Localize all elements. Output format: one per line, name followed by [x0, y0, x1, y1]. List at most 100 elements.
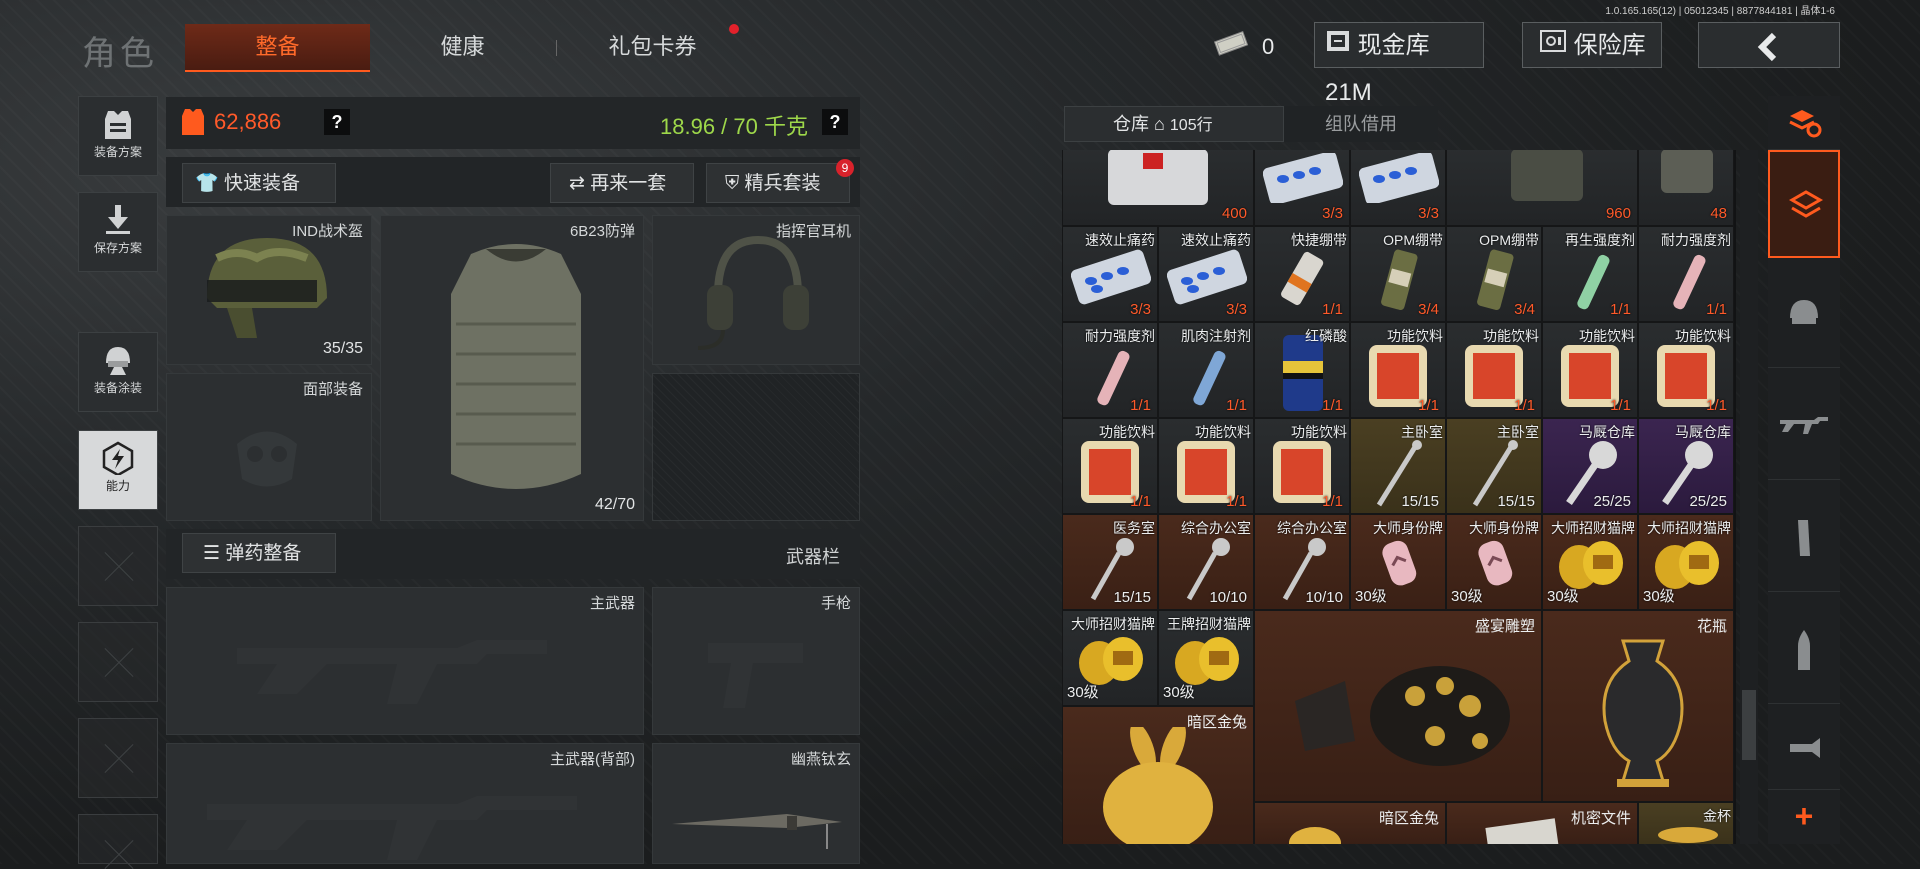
elite-set-button[interactable]: ⛨ 精兵套装: [706, 163, 850, 203]
ammo-equip-button[interactable]: ☰ 弹药整备: [182, 533, 336, 573]
primary-weapon-slot[interactable]: 主武器: [166, 587, 644, 735]
stack-sort-icon: [1789, 110, 1822, 138]
warehouse-item-large[interactable]: 暗区金兔: [1254, 802, 1446, 844]
warehouse-item[interactable]: 3/3: [1254, 150, 1350, 226]
item-count: 15/15: [1401, 493, 1439, 510]
warehouse-item[interactable]: 王牌招财猫牌 30级: [1158, 610, 1254, 706]
warehouse-scrollbar[interactable]: [1740, 150, 1758, 844]
item-count: 1/1: [1226, 493, 1247, 510]
warehouse-item[interactable]: 功能饮料 1/1: [1638, 322, 1734, 418]
category-ammo[interactable]: [1768, 592, 1840, 704]
category-helmet[interactable]: [1768, 258, 1840, 368]
again-button[interactable]: ⇄ 再来一套: [550, 163, 694, 203]
warehouse-item[interactable]: 大师招财猫牌 30级: [1542, 514, 1638, 610]
ability-button[interactable]: 能力: [78, 430, 158, 510]
save-plan-label: 保存方案: [93, 241, 142, 255]
warehouse-item[interactable]: OPM绷带 3/4: [1350, 226, 1446, 322]
category-attachment[interactable]: [1768, 704, 1840, 790]
warehouse-item[interactable]: 马厩仓库 25/25: [1638, 418, 1734, 514]
warehouse-item[interactable]: 马厩仓库 25/25: [1542, 418, 1638, 514]
back-arrow-icon: [1754, 32, 1784, 61]
scrollbar-thumb[interactable]: [1742, 690, 1756, 760]
face-gear-name: 面部装备: [302, 381, 363, 398]
warehouse-grid: 400 3/3 3/3 960 48 速效止痛药 3/3 速效止痛药 3/3 快…: [1062, 150, 1736, 844]
quick-equip-button[interactable]: 👕 快速装备: [182, 163, 336, 203]
warehouse-item[interactable]: 大师招财猫牌 30级: [1062, 610, 1158, 706]
category-magazine[interactable]: [1768, 480, 1840, 592]
tab-gift-cards[interactable]: 礼包卡券: [570, 24, 735, 70]
cash-count: 0: [1262, 34, 1275, 59]
tab-equip[interactable]: 整备: [185, 24, 370, 72]
warehouse-item[interactable]: 功能饮料 1/1: [1542, 322, 1638, 418]
face-gear-slot[interactable]: 面部装备: [166, 373, 372, 521]
warehouse-rows: 105行: [1169, 117, 1213, 134]
warehouse-item[interactable]: OPM绷带 3/4: [1446, 226, 1542, 322]
cash-vault-button[interactable]: 现金库 21M: [1314, 22, 1484, 106]
warehouse-item-large[interactable]: 暗区金兔: [1062, 706, 1254, 844]
item-count: 3/4: [1418, 301, 1439, 318]
tab-health[interactable]: 健康: [385, 24, 540, 70]
warehouse-item[interactable]: 再生强度剂 1/1: [1542, 226, 1638, 322]
warehouse-item[interactable]: 48: [1638, 150, 1734, 226]
warehouse-item[interactable]: 综合办公室 10/10: [1254, 514, 1350, 610]
warehouse-item[interactable]: 400: [1062, 150, 1254, 226]
sight-icon: [1790, 738, 1820, 758]
category-add[interactable]: +: [1768, 790, 1840, 844]
warehouse-item-large[interactable]: 盛宴雕塑: [1254, 610, 1542, 802]
armor-slot[interactable]: 6B23防弹 42/70: [380, 215, 644, 521]
loadout-plan-label: 装备方案: [93, 145, 142, 159]
warehouse-item[interactable]: 医务室 15/15: [1062, 514, 1158, 610]
warehouse-item[interactable]: 功能饮料 1/1: [1350, 322, 1446, 418]
item-label: 大师招财猫牌: [1551, 520, 1635, 536]
warehouse-item[interactable]: 960: [1446, 150, 1638, 226]
warehouse-item[interactable]: 功能饮料 1/1: [1062, 418, 1158, 514]
safe-button[interactable]: 保险库: [1522, 22, 1662, 68]
warehouse-item-large[interactable]: 机密文件: [1446, 802, 1638, 844]
warehouse-item[interactable]: 速效止痛药 3/3: [1158, 226, 1254, 322]
helmet-slot[interactable]: IND战术盔 35/35: [166, 215, 372, 365]
save-plan-button[interactable]: 保存方案: [78, 192, 158, 272]
warehouse-item[interactable]: 速效止痛药 3/3: [1062, 226, 1158, 322]
injector-green-image: [1577, 254, 1610, 310]
category-sidebar: +: [1768, 96, 1840, 844]
category-stack[interactable]: [1768, 150, 1840, 258]
warehouse-item[interactable]: 综合办公室 10/10: [1158, 514, 1254, 610]
warehouse-item[interactable]: 金杯: [1638, 802, 1734, 844]
weight-help-button[interactable]: ?: [822, 109, 848, 135]
warehouse-item[interactable]: 功能饮料 1/1: [1446, 322, 1542, 418]
pistol-placeholder-icon: [708, 643, 803, 708]
elite-badge: 9: [836, 159, 854, 177]
warehouse-item[interactable]: 肌肉注射剂 1/1: [1158, 322, 1254, 418]
item-count: 960: [1605, 205, 1631, 222]
item-count: 15/15: [1497, 493, 1535, 510]
item-label: 综合办公室: [1181, 520, 1251, 536]
item-label: 金杯: [1703, 808, 1731, 824]
warehouse-item[interactable]: 功能饮料 1/1: [1158, 418, 1254, 514]
warehouse-item[interactable]: 主卧室 15/15: [1350, 418, 1446, 514]
category-all[interactable]: [1768, 96, 1840, 150]
warehouse-item-large[interactable]: 花瓶: [1542, 610, 1734, 802]
category-rifle[interactable]: [1768, 368, 1840, 480]
primary-back-slot[interactable]: 主武器(背部): [166, 743, 644, 864]
warehouse-item[interactable]: 功能饮料 1/1: [1254, 418, 1350, 514]
warehouse-item[interactable]: 快捷绷带 1/1: [1254, 226, 1350, 322]
headset-slot[interactable]: 指挥官耳机: [652, 215, 860, 365]
item-label: 速效止痛药: [1085, 232, 1155, 248]
melee-slot[interactable]: 幽燕钛玄: [652, 743, 860, 864]
warehouse-item[interactable]: 红磷酸 1/1: [1254, 322, 1350, 418]
warehouse-item[interactable]: 耐力强度剂 1/1: [1638, 226, 1734, 322]
warehouse-item[interactable]: 耐力强度剂 1/1: [1062, 322, 1158, 418]
gear-paint-button[interactable]: 装备涂装: [78, 332, 158, 412]
team-borrow-tab[interactable]: 组队借用: [1284, 106, 1438, 142]
warehouse-item[interactable]: 大师招财猫牌 30级: [1638, 514, 1734, 610]
weapon-bar-label: 武器栏: [786, 547, 840, 567]
warehouse-item[interactable]: 主卧室 15/15: [1446, 418, 1542, 514]
warehouse-item[interactable]: 大师身份牌 30级: [1446, 514, 1542, 610]
pistol-slot[interactable]: 手枪: [652, 587, 860, 735]
warehouse-tab[interactable]: 仓库 ⌂ 105行: [1064, 106, 1284, 142]
loadout-plan-button[interactable]: 装备方案: [78, 96, 158, 176]
warehouse-item[interactable]: 3/3: [1350, 150, 1446, 226]
warehouse-item[interactable]: 大师身份牌 30级: [1350, 514, 1446, 610]
back-button[interactable]: [1698, 22, 1840, 68]
value-help-button[interactable]: ?: [324, 109, 350, 135]
